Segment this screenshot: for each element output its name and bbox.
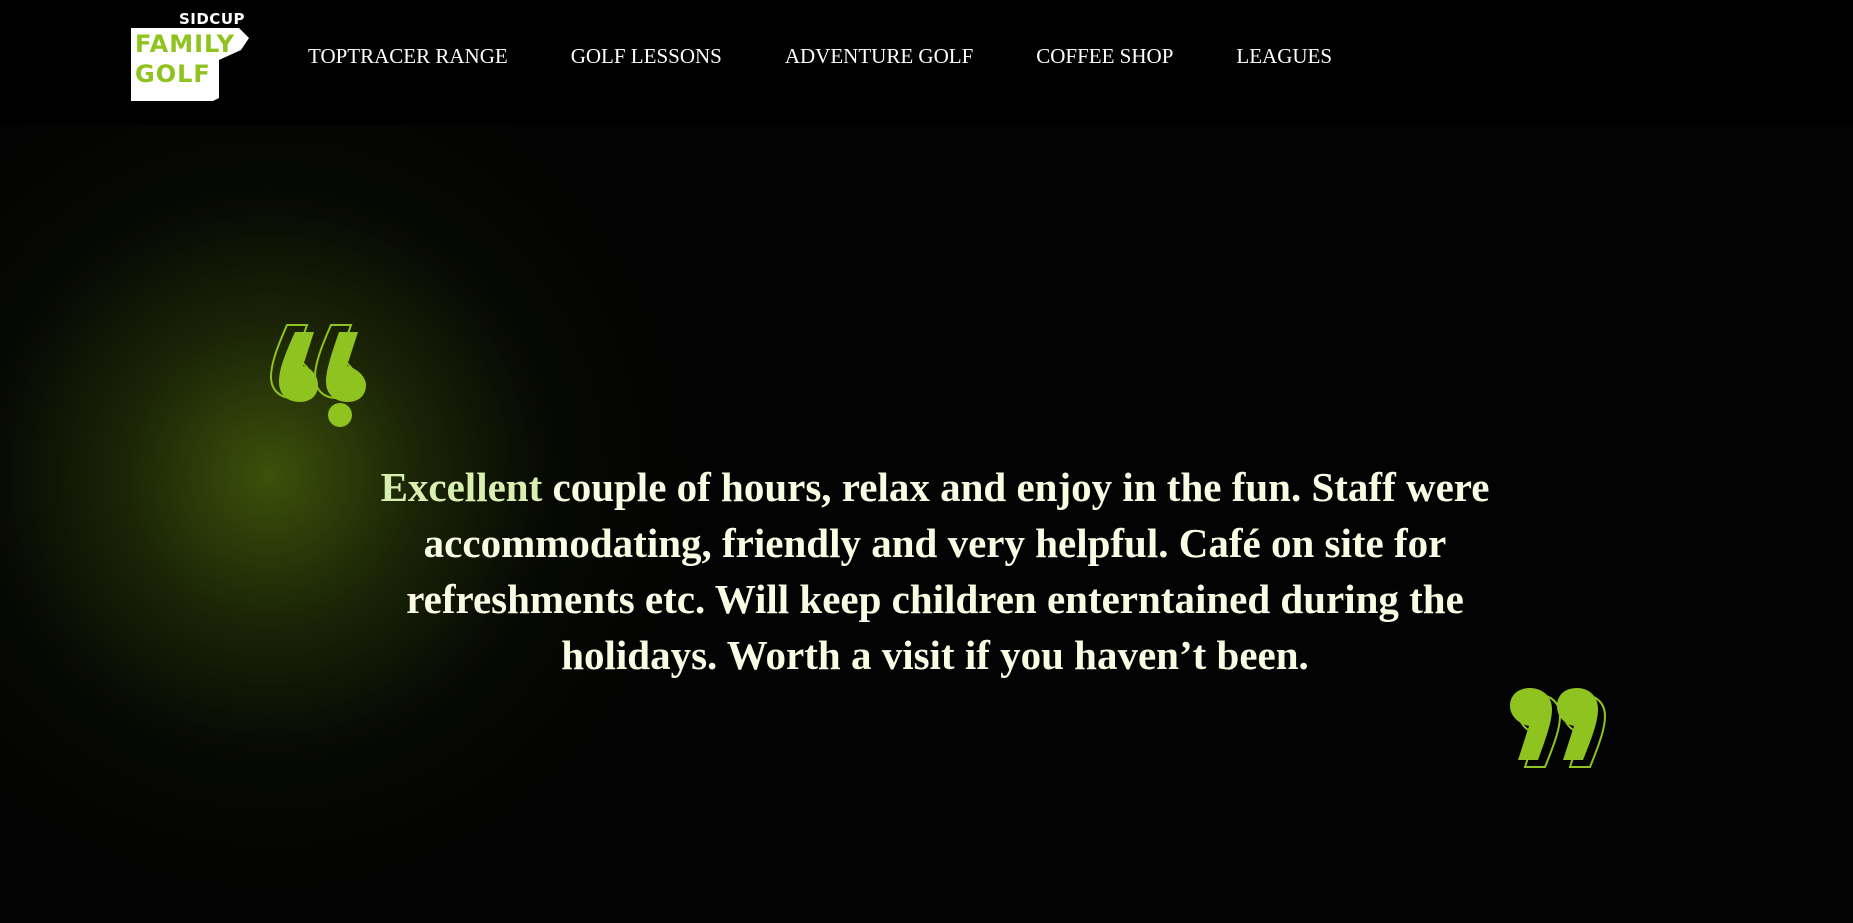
quote-open-icon (269, 324, 366, 427)
logo-top-text: SIDCUP (178, 10, 245, 28)
main-nav: TOPTRACER RANGE GOLF LESSONS ADVENTURE G… (308, 43, 1332, 69)
nav-item-coffee-shop[interactable]: COFFEE SHOP (1036, 43, 1173, 69)
site-header: SIDCUP FAMILY GOLF TOPTRACER RANGE GOLF … (0, 0, 1853, 125)
nav-item-toptracer-range[interactable]: TOPTRACER RANGE (308, 43, 508, 69)
nav-item-golf-lessons[interactable]: GOLF LESSONS (571, 43, 722, 69)
testimonial-quote: Excellent couple of hours, relax and enj… (360, 459, 1510, 683)
quote-close-icon (1510, 688, 1607, 768)
testimonial-body: couple of hours, relax and enjoy in the … (406, 464, 1490, 678)
logo-family-text: FAMILY (135, 30, 235, 58)
logo[interactable]: SIDCUP FAMILY GOLF (131, 11, 249, 101)
testimonial-first-word: Excellent (380, 464, 543, 510)
nav-item-leagues[interactable]: LEAGUES (1236, 43, 1332, 69)
logo-golf-text: GOLF (135, 60, 211, 88)
nav-item-adventure-golf[interactable]: ADVENTURE GOLF (785, 43, 973, 69)
